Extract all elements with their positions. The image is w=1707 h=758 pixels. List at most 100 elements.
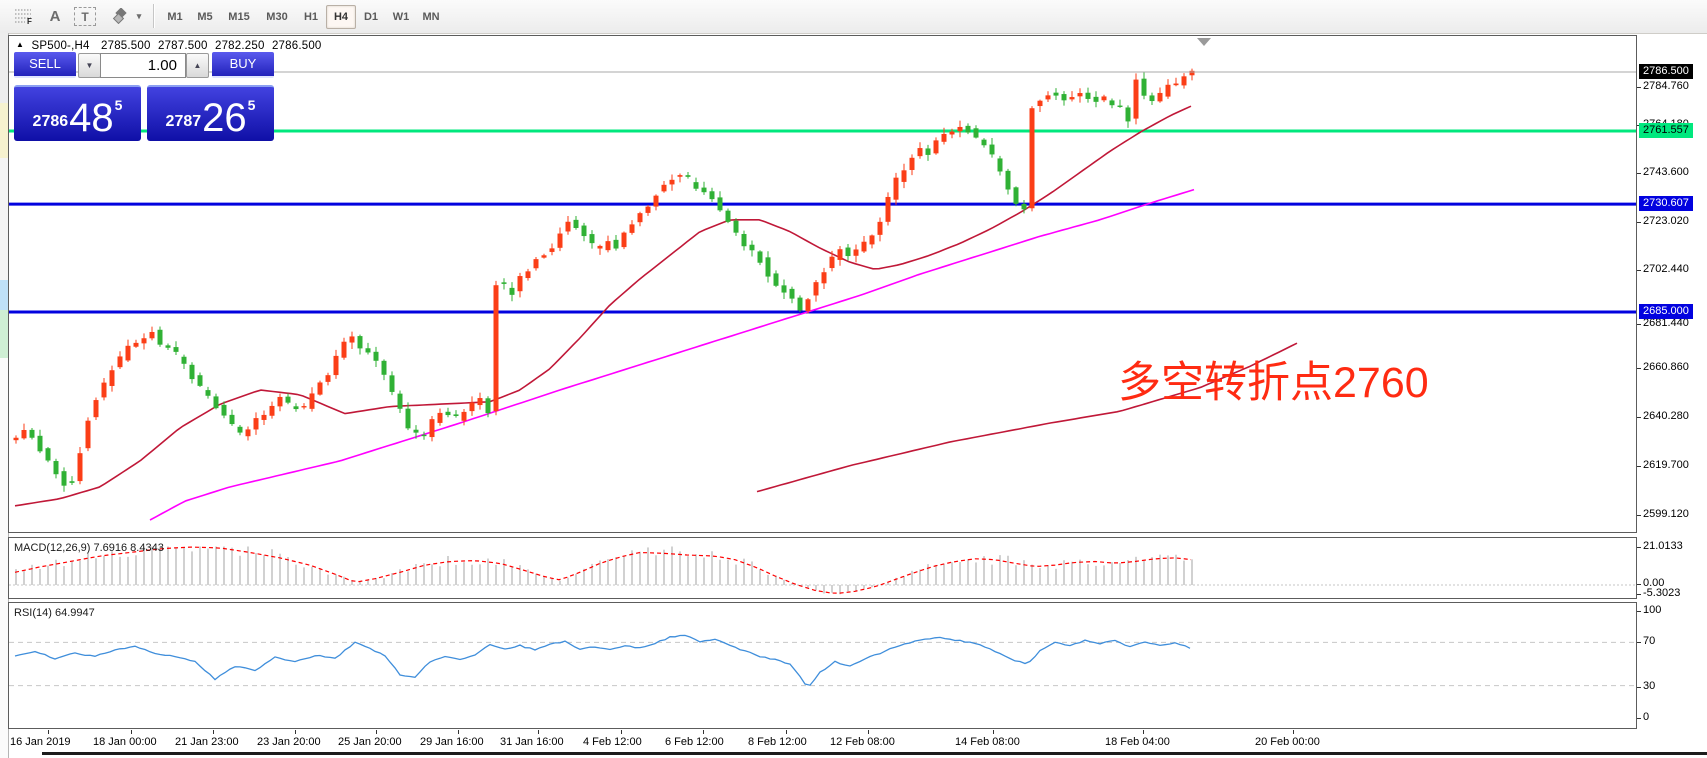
price-tick-mark bbox=[1637, 515, 1641, 516]
rsi-panel[interactable] bbox=[8, 602, 1637, 729]
grid-f-icon[interactable]: F bbox=[13, 5, 35, 27]
time-tick-label: 18 Jan 00:00 bbox=[93, 736, 157, 748]
time-tick-label: 8 Feb 12:00 bbox=[748, 736, 807, 748]
macd-label: MACD(12,26,9) 7.6916 8.4343 bbox=[14, 542, 164, 554]
price-tick-label: 2619.700 bbox=[1643, 459, 1689, 471]
timeframe-m30[interactable]: M30 bbox=[258, 5, 296, 29]
macd-tick-mark bbox=[1637, 594, 1641, 595]
price-tick-label: 2660.860 bbox=[1643, 361, 1689, 373]
time-tick-mark bbox=[376, 730, 377, 734]
price-tick-label: 2599.120 bbox=[1643, 508, 1689, 520]
timeframe-d1[interactable]: D1 bbox=[356, 5, 386, 29]
timeframe-w1[interactable]: W1 bbox=[386, 5, 416, 29]
price-tick-label: 2723.020 bbox=[1643, 215, 1689, 227]
rsi-tick-label: 100 bbox=[1643, 604, 1661, 616]
price-tick-mark bbox=[1637, 368, 1641, 369]
time-tick-mark bbox=[1143, 730, 1144, 734]
volume-decrease-button[interactable]: ▼ bbox=[78, 53, 101, 78]
objects-dropdown-caret[interactable]: ▾ bbox=[133, 5, 145, 27]
timeframe-h1[interactable]: H1 bbox=[296, 5, 326, 29]
volume-increase-button[interactable]: ▲ bbox=[186, 53, 209, 78]
macd-tick-mark bbox=[1637, 584, 1641, 585]
time-tick-mark bbox=[295, 730, 296, 734]
ohlc-high: 2787.500 bbox=[158, 40, 208, 52]
time-tick-label: 14 Feb 08:00 bbox=[955, 736, 1020, 748]
time-tick-label: 31 Jan 16:00 bbox=[500, 736, 564, 748]
font-a-icon[interactable]: A bbox=[46, 5, 64, 27]
timeframe-m5[interactable]: M5 bbox=[190, 5, 220, 29]
time-tick-mark bbox=[993, 730, 994, 734]
time-tick-mark bbox=[131, 730, 132, 734]
time-tick-label: 23 Jan 20:00 bbox=[257, 736, 321, 748]
rsi-tick-mark bbox=[1637, 642, 1641, 643]
price-tick-mark bbox=[1637, 417, 1641, 418]
time-tick-mark bbox=[1293, 730, 1294, 734]
price-tick-label: 2743.600 bbox=[1643, 166, 1689, 178]
price-level-badge: 2786.500 bbox=[1639, 64, 1693, 79]
timeframe-mn[interactable]: MN bbox=[416, 5, 446, 29]
buy-price-big: 26 bbox=[202, 101, 247, 135]
bottom-window-edge bbox=[42, 752, 1707, 755]
time-tick-mark bbox=[786, 730, 787, 734]
price-tick-mark bbox=[1637, 270, 1641, 271]
sell-price-tile[interactable]: 2786 48 5 bbox=[14, 85, 141, 141]
time-tick-label: 12 Feb 08:00 bbox=[830, 736, 895, 748]
sell-button[interactable]: SELL bbox=[14, 52, 76, 78]
rsi-label: RSI(14) 64.9947 bbox=[14, 607, 95, 619]
price-tick-mark bbox=[1637, 222, 1641, 223]
timeframe-m1[interactable]: M1 bbox=[160, 5, 190, 29]
svg-text:F: F bbox=[27, 17, 32, 24]
price-level-badge: 2685.000 bbox=[1639, 304, 1693, 319]
symbol-marker-icon: ▲ bbox=[16, 40, 24, 49]
timeframe-m15[interactable]: M15 bbox=[220, 5, 258, 29]
price-tick-mark bbox=[1637, 87, 1641, 88]
price-tick-mark bbox=[1637, 466, 1641, 467]
rsi-tick-label: 0 bbox=[1643, 711, 1649, 723]
time-tick-label: 4 Feb 12:00 bbox=[583, 736, 642, 748]
time-tick-mark bbox=[868, 730, 869, 734]
ohlc-close: 2786.500 bbox=[272, 40, 322, 52]
time-tick-mark bbox=[621, 730, 622, 734]
time-tick-mark bbox=[538, 730, 539, 734]
buy-price-prefix: 2787 bbox=[166, 113, 202, 131]
time-tick-mark bbox=[48, 730, 49, 734]
time-tick-label: 16 Jan 2019 bbox=[10, 736, 71, 748]
price-tick-mark bbox=[1637, 324, 1641, 325]
ohlc-low: 2782.250 bbox=[215, 40, 265, 52]
sell-price-big: 48 bbox=[69, 101, 114, 135]
buy-price-tile[interactable]: 2787 26 5 bbox=[147, 85, 274, 141]
price-tick-mark bbox=[1637, 173, 1641, 174]
macd-tick-label: 21.0133 bbox=[1643, 540, 1683, 552]
price-tick-label: 2702.440 bbox=[1643, 263, 1689, 275]
one-click-trading-widget: SELL ▼ ▲ BUY 2786 48 5 2787 26 5 bbox=[12, 52, 278, 142]
timeframe-h4[interactable]: H4 bbox=[326, 5, 356, 29]
time-tick-label: 20 Feb 00:00 bbox=[1255, 736, 1320, 748]
buy-price-pip: 5 bbox=[248, 97, 256, 113]
time-tick-label: 29 Jan 16:00 bbox=[420, 736, 484, 748]
ohlc-open: 2785.500 bbox=[101, 40, 151, 52]
sell-price-pip: 5 bbox=[115, 97, 123, 113]
text-label-icon[interactable]: T bbox=[74, 7, 96, 26]
volume-input[interactable] bbox=[100, 53, 186, 78]
time-tick-label: 21 Jan 23:00 bbox=[175, 736, 239, 748]
time-tick-mark bbox=[213, 730, 214, 734]
sell-price-prefix: 2786 bbox=[33, 113, 69, 131]
macd-panel[interactable] bbox=[8, 537, 1637, 599]
price-level-badge: 2730.607 bbox=[1639, 196, 1693, 211]
macd-tick-label: -5.3023 bbox=[1643, 587, 1680, 599]
time-tick-label: 18 Feb 04:00 bbox=[1105, 736, 1170, 748]
price-level-badge: 2761.557 bbox=[1639, 123, 1693, 138]
objects-glyph bbox=[112, 8, 128, 24]
rsi-tick-label: 30 bbox=[1643, 680, 1655, 692]
toolbar-separator bbox=[153, 4, 154, 28]
rsi-tick-mark bbox=[1637, 611, 1641, 612]
macd-tick-mark bbox=[1637, 547, 1641, 548]
symbol-label: SP500-,H4 bbox=[32, 40, 90, 52]
objects-icon[interactable] bbox=[112, 5, 128, 27]
rsi-tick-label: 70 bbox=[1643, 635, 1655, 647]
toolbar: F A T ▾ M1M5M15M30H1H4D1W1MN bbox=[0, 0, 1707, 34]
chart-annotation-text[interactable]: 多空转折点2760 bbox=[1118, 362, 1429, 405]
price-tick-label: 2640.280 bbox=[1643, 410, 1689, 422]
buy-button[interactable]: BUY bbox=[212, 52, 274, 78]
time-tick-mark bbox=[458, 730, 459, 734]
